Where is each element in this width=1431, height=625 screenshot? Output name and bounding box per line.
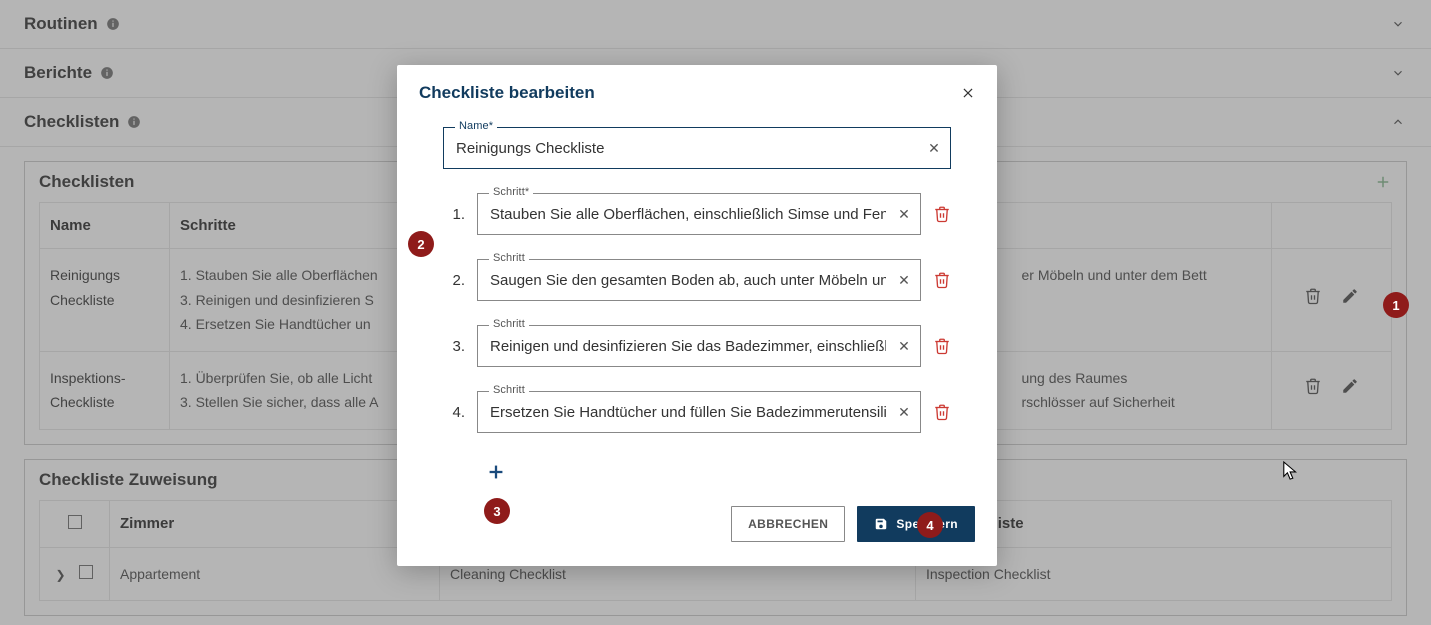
- help-badge-4: 4: [917, 512, 943, 538]
- step-input[interactable]: [477, 193, 921, 235]
- clear-icon[interactable]: ✕: [895, 271, 913, 289]
- save-icon: [874, 517, 888, 531]
- step-label: Schritt: [489, 252, 529, 264]
- help-badge-3: 3: [484, 498, 510, 524]
- dialog-title: Checkliste bearbeiten: [419, 83, 595, 103]
- step-input[interactable]: [477, 325, 921, 367]
- name-input[interactable]: [443, 127, 951, 169]
- add-step-button[interactable]: [485, 461, 507, 483]
- step-number: 3.: [447, 338, 465, 355]
- delete-step-icon[interactable]: [933, 337, 951, 355]
- step-field: Schritt ✕: [477, 259, 921, 301]
- help-badge-1: 1: [1383, 292, 1409, 318]
- step-field: Schritt ✕: [477, 391, 921, 433]
- mouse-cursor-icon: [1282, 460, 1300, 482]
- name-label: Name*: [455, 120, 497, 132]
- step-number: 4.: [447, 404, 465, 421]
- step-input[interactable]: [477, 391, 921, 433]
- step-label: Schritt*: [489, 186, 533, 198]
- delete-step-icon[interactable]: [933, 271, 951, 289]
- name-field: Name* ✕: [443, 127, 951, 169]
- step-number: 2.: [447, 272, 465, 289]
- step-number: 1.: [447, 206, 465, 223]
- delete-step-icon[interactable]: [933, 403, 951, 421]
- delete-step-icon[interactable]: [933, 205, 951, 223]
- step-field: Schritt ✕: [477, 325, 921, 367]
- clear-icon[interactable]: ✕: [925, 139, 943, 157]
- clear-icon[interactable]: ✕: [895, 205, 913, 223]
- clear-icon[interactable]: ✕: [895, 337, 913, 355]
- step-label: Schritt: [489, 318, 529, 330]
- cancel-button[interactable]: ABBRECHEN: [731, 506, 845, 542]
- step-input[interactable]: [477, 259, 921, 301]
- close-icon[interactable]: [961, 86, 975, 100]
- step-label: Schritt: [489, 384, 529, 396]
- clear-icon[interactable]: ✕: [895, 403, 913, 421]
- help-badge-2: 2: [408, 231, 434, 257]
- step-field: Schritt* ✕: [477, 193, 921, 235]
- edit-checklist-dialog: Checkliste bearbeiten Name* ✕ 1. Schritt…: [397, 65, 997, 566]
